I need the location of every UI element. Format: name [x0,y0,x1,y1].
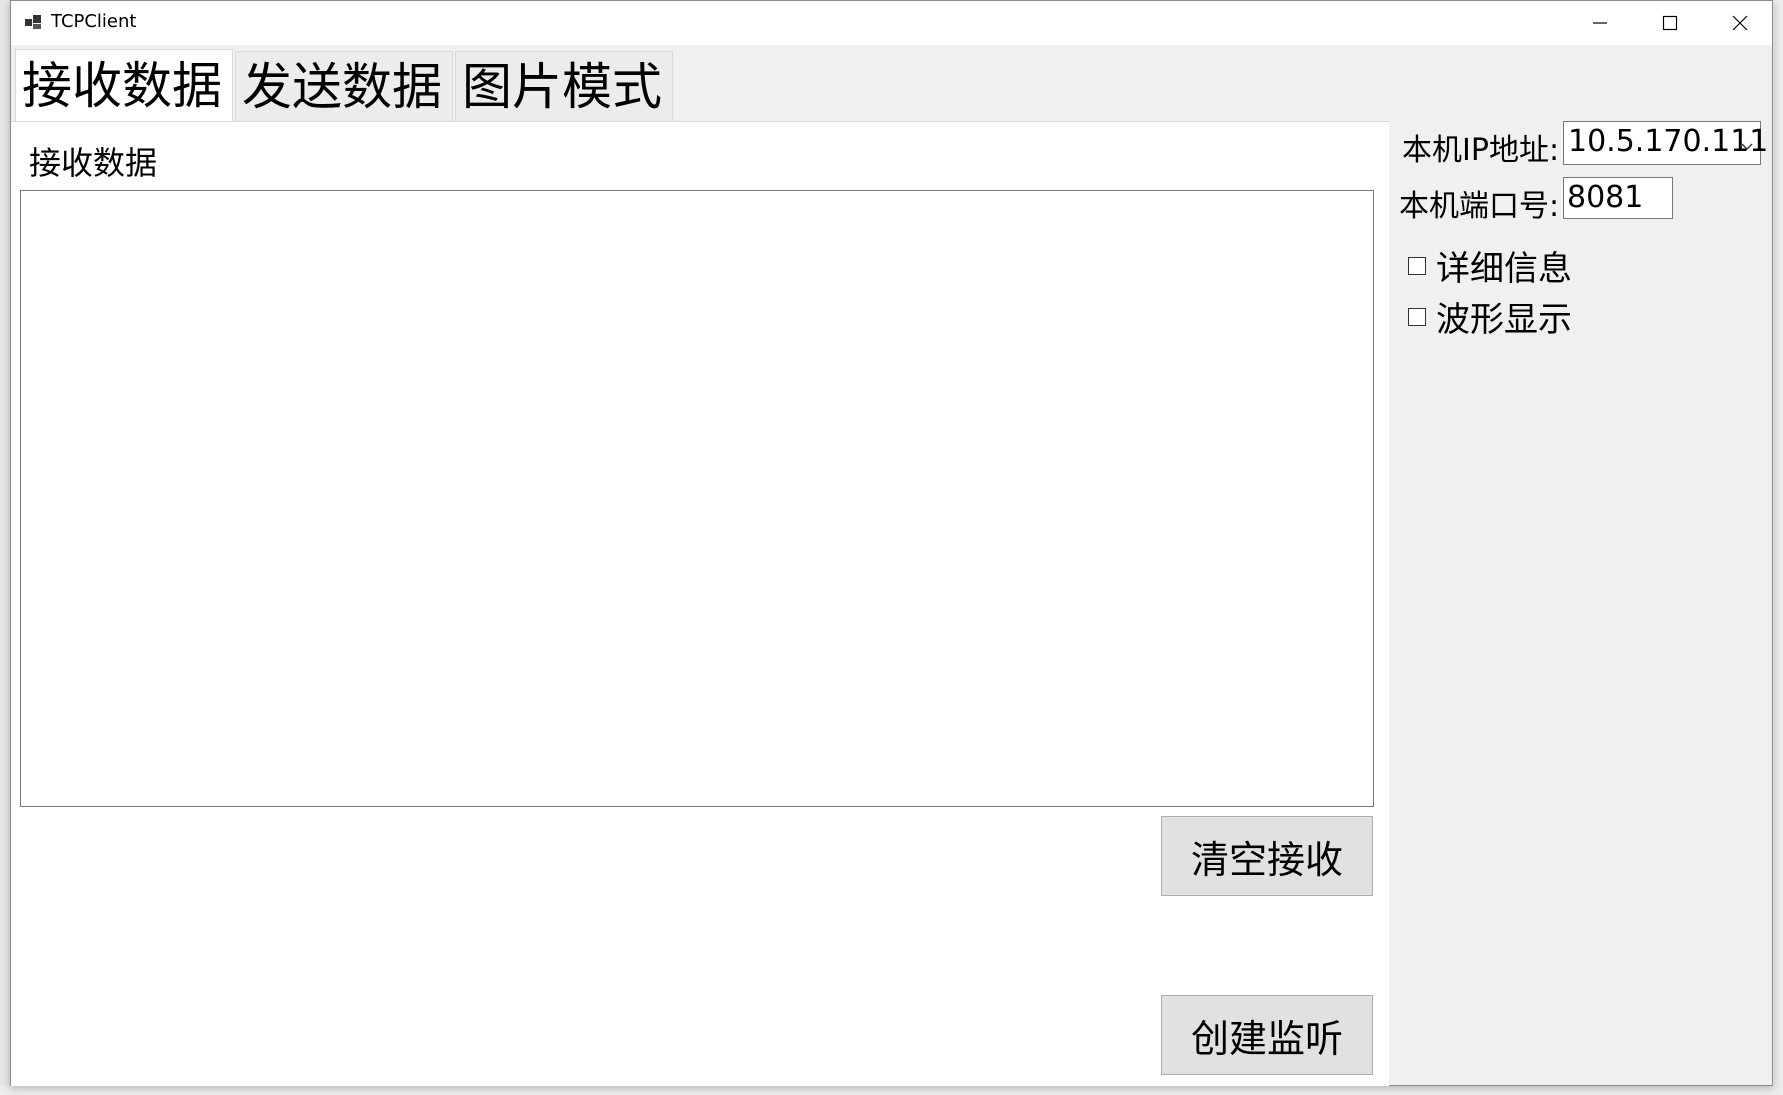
tab-receive[interactable]: 接收数据 [15,49,233,121]
ip-address-label: 本机IP地址: [1402,133,1560,168]
waveform-option[interactable]: 波形显示 [1408,292,1572,341]
title-bar[interactable]: TCPClient [11,1,1772,45]
minimize-button[interactable] [1565,1,1635,45]
desktop-background-right [1774,0,1783,1095]
receive-label: 接收数据 [29,144,158,182]
port-value: 8081 [1567,180,1644,215]
clear-receive-button[interactable]: 清空接收 [1161,816,1373,896]
desktop-background-bottom [0,1086,1783,1095]
maximize-icon [1662,15,1678,31]
port-label: 本机端口号: [1399,189,1560,224]
create-listen-button[interactable]: 创建监听 [1161,995,1373,1075]
tab-image-mode[interactable]: 图片模式 [455,51,673,121]
waveform-label: 波形显示 [1436,300,1572,340]
ip-address-combobox[interactable]: 10.5.170.111 [1563,121,1768,165]
maximize-button[interactable] [1635,1,1705,45]
window-title: TCPClient [51,11,137,32]
app-icon [25,13,43,31]
detail-info-option[interactable]: 详细信息 [1408,241,1572,290]
tab-send[interactable]: 发送数据 [235,51,453,121]
receive-tab-page: 接收数据 清空接收 创建监听 [11,121,1389,1086]
waveform-checkbox[interactable] [1408,307,1426,326]
close-icon [1732,15,1748,31]
chevron-down-icon[interactable] [1740,136,1754,155]
detail-info-checkbox[interactable] [1408,256,1426,275]
app-window: TCPClient 接收数据 发送数据 图片模式 接收数据 清空接收 创建监听 … [10,0,1773,1086]
detail-info-label: 详细信息 [1436,249,1572,289]
close-button[interactable] [1705,1,1775,45]
receive-textarea[interactable] [20,190,1374,807]
ip-address-value: 10.5.170.111 [1568,124,1769,159]
port-input[interactable]: 8081 [1563,177,1673,219]
minimize-icon [1593,22,1607,24]
